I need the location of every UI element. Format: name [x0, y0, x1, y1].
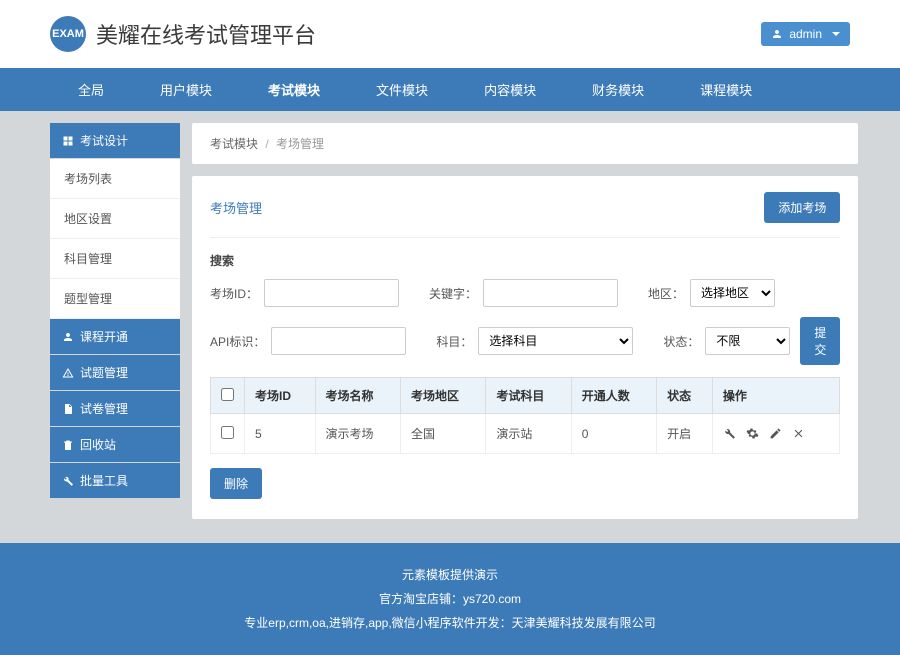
sidebar-section-label: 回收站 — [80, 436, 116, 453]
chevron-down-icon — [832, 32, 840, 36]
add-room-button[interactable]: 添加考场 — [764, 192, 840, 223]
breadcrumb-panel: 考试模块 / 考场管理 — [192, 123, 858, 164]
input-room-id[interactable] — [264, 279, 399, 307]
user-icon — [771, 28, 783, 40]
label-subject: 科目： — [436, 333, 472, 350]
user-icon — [62, 331, 74, 343]
label-status: 状态： — [663, 333, 699, 350]
label-region: 地区： — [648, 285, 684, 302]
th-region: 考场地区 — [400, 378, 485, 414]
wrench-icon — [62, 475, 74, 487]
label-api: API标识： — [210, 333, 265, 350]
sidebar: 考试设计 考场列表 地区设置 科目管理 题型管理 课程开通 试题管理 试卷管理 … — [50, 123, 180, 499]
submit-button[interactable]: 提交 — [800, 317, 840, 365]
sidebar-section-question[interactable]: 试题管理 — [50, 355, 180, 390]
nav-file[interactable]: 文件模块 — [348, 68, 456, 111]
logo: EXAM — [50, 16, 86, 52]
nav-user[interactable]: 用户模块 — [132, 68, 240, 111]
label-room-id: 考场ID： — [210, 285, 258, 302]
input-api[interactable] — [271, 327, 406, 355]
sidebar-item-subject[interactable]: 科目管理 — [50, 239, 180, 279]
top-nav: 全局 用户模块 考试模块 文件模块 内容模块 财务模块 课程模块 — [0, 68, 900, 111]
select-status[interactable]: 不限 — [705, 327, 790, 355]
th-id: 考场ID — [245, 378, 316, 414]
cell-name: 演示考场 — [315, 414, 400, 454]
brand: EXAM 美耀在线考试管理平台 — [50, 16, 316, 52]
edit-icon[interactable] — [769, 427, 782, 440]
th-count: 开通人数 — [571, 378, 656, 414]
sidebar-section-label: 批量工具 — [80, 472, 128, 489]
sidebar-section-label: 课程开通 — [80, 328, 128, 345]
gear-icon[interactable] — [746, 427, 759, 440]
input-keyword[interactable] — [483, 279, 618, 307]
nav-exam[interactable]: 考试模块 — [240, 68, 348, 111]
sidebar-section-paper[interactable]: 试卷管理 — [50, 391, 180, 426]
cell-count: 0 — [571, 414, 656, 454]
label-keyword: 关键字： — [429, 285, 477, 302]
wrench-icon[interactable] — [723, 427, 736, 440]
nav-course[interactable]: 课程模块 — [672, 68, 780, 111]
sidebar-section-exam-design[interactable]: 考试设计 — [50, 123, 180, 158]
file-icon — [62, 403, 74, 415]
panel-title: 考场管理 — [210, 198, 262, 217]
th-name: 考场名称 — [315, 378, 400, 414]
breadcrumb-current: 考场管理 — [276, 137, 324, 151]
checkbox-all[interactable] — [221, 388, 234, 401]
cell-id: 5 — [245, 414, 316, 454]
cell-region: 全国 — [400, 414, 485, 454]
footer-line3: 专业erp,crm,oa,进销存,app,微信小程序软件开发：天津美耀科技发展有… — [0, 611, 900, 635]
footer-line1: 元素模板提供演示 — [0, 563, 900, 587]
grid-icon — [62, 135, 74, 147]
select-subject[interactable]: 选择科目 — [478, 327, 633, 355]
th-ops: 操作 — [712, 378, 840, 414]
breadcrumb-separator: / — [265, 137, 268, 151]
sidebar-section-label: 考试设计 — [80, 132, 128, 149]
header: EXAM 美耀在线考试管理平台 admin — [0, 0, 900, 68]
nav-global[interactable]: 全局 — [50, 68, 132, 111]
select-region[interactable]: 选择地区 — [690, 279, 775, 307]
trash-icon — [62, 439, 74, 451]
sidebar-section-label: 试卷管理 — [80, 400, 128, 417]
sidebar-section-batch[interactable]: 批量工具 — [50, 463, 180, 498]
sidebar-section-recycle[interactable]: 回收站 — [50, 427, 180, 462]
sidebar-section-course-open[interactable]: 课程开通 — [50, 319, 180, 354]
breadcrumb-parent[interactable]: 考试模块 — [210, 137, 258, 151]
sidebar-item-qtype[interactable]: 题型管理 — [50, 279, 180, 319]
cell-subject: 演示站 — [486, 414, 571, 454]
user-label: admin — [789, 27, 822, 41]
th-subject: 考试科目 — [486, 378, 571, 414]
search-title: 搜索 — [210, 252, 840, 269]
th-status: 状态 — [657, 378, 713, 414]
user-dropdown[interactable]: admin — [761, 22, 850, 46]
table-row: 5 演示考场 全国 演示站 0 开启 — [211, 414, 840, 454]
site-title: 美耀在线考试管理平台 — [96, 18, 316, 50]
room-table: 考场ID 考场名称 考场地区 考试科目 开通人数 状态 操作 5 演示考场 全 — [210, 377, 840, 454]
checkbox-row[interactable] — [221, 426, 234, 439]
row-ops — [723, 427, 830, 440]
nav-finance[interactable]: 财务模块 — [564, 68, 672, 111]
sidebar-item-room-list[interactable]: 考场列表 — [50, 159, 180, 199]
footer: 元素模板提供演示 官方淘宝店铺：ys720.com 专业erp,crm,oa,进… — [0, 543, 900, 655]
close-icon[interactable] — [792, 427, 805, 440]
delete-button[interactable]: 删除 — [210, 468, 262, 499]
nav-content[interactable]: 内容模块 — [456, 68, 564, 111]
breadcrumb: 考试模块 / 考场管理 — [192, 123, 858, 164]
sidebar-section-label: 试题管理 — [80, 364, 128, 381]
main-panel: 考场管理 添加考场 搜索 考场ID： 关键字： 地区： 选择地区 — [192, 176, 858, 519]
sidebar-item-region[interactable]: 地区设置 — [50, 199, 180, 239]
warning-icon — [62, 367, 74, 379]
cell-status: 开启 — [657, 414, 713, 454]
